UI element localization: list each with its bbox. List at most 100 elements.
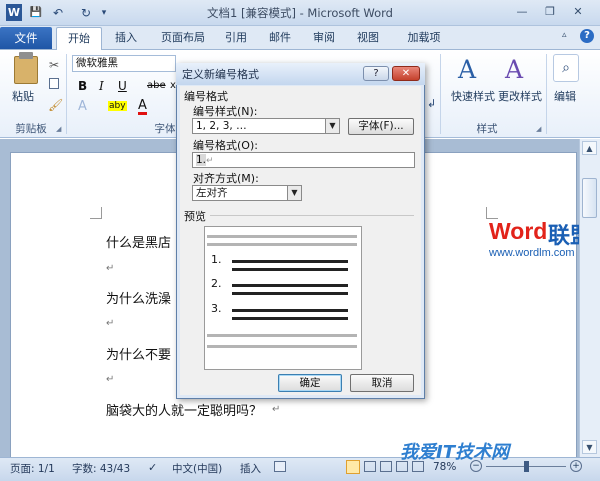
status-language[interactable]: 中文(中国): [172, 461, 222, 476]
highlight-button[interactable]: aby: [108, 101, 127, 111]
document-line[interactable]: 为什么不要: [106, 344, 171, 363]
text-cursor-mark: ↵: [206, 156, 214, 166]
tab-addins[interactable]: 加载项: [398, 26, 450, 50]
watermark-url: www.wordlm.com: [489, 247, 575, 259]
chevron-down-icon[interactable]: ▼: [325, 119, 339, 133]
document-line[interactable]: 为什么洗澡: [106, 288, 171, 307]
group-separator: [440, 54, 441, 134]
macro-record-icon[interactable]: [274, 461, 286, 472]
watermark-site: 我爱IT技术网: [400, 442, 509, 463]
preview-line: [232, 317, 348, 320]
alignment-select[interactable]: 左对齐 ▼: [192, 185, 302, 201]
alignment-value: 左对齐: [196, 187, 228, 199]
paragraph-mark: ↵: [106, 318, 115, 329]
paragraph-mark: ↵: [106, 374, 115, 385]
margin-corner-mark: [90, 207, 102, 219]
paste-label[interactable]: 粘贴: [12, 88, 34, 104]
help-icon[interactable]: ?: [580, 29, 594, 43]
print-layout-view-icon[interactable]: [346, 460, 360, 474]
copy-icon[interactable]: [49, 78, 59, 89]
tab-page-layout[interactable]: 页面布局: [152, 26, 214, 50]
preview-line: [232, 292, 348, 295]
italic-button[interactable]: I: [99, 79, 104, 93]
strikethrough-button[interactable]: abe: [147, 80, 166, 91]
restore-button[interactable]: ❐: [538, 3, 562, 21]
web-layout-view-icon[interactable]: [380, 461, 392, 472]
preview-gray-line: [207, 235, 357, 238]
minimize-button[interactable]: —: [510, 3, 534, 21]
number-format-section-label: 编号格式: [184, 90, 228, 103]
clipboard-launcher-icon[interactable]: ◢: [56, 125, 61, 133]
dialog-help-button[interactable]: ?: [363, 66, 389, 81]
underline-button[interactable]: U: [118, 79, 127, 93]
status-insert-mode[interactable]: 插入: [240, 461, 261, 476]
text-effects-button[interactable]: A: [78, 99, 87, 114]
font-name-field[interactable]: 微软雅黑: [72, 55, 176, 72]
bold-button[interactable]: B: [78, 79, 87, 93]
font-color-button[interactable]: A: [138, 99, 147, 115]
close-button[interactable]: ✕: [566, 3, 590, 21]
status-word-count[interactable]: 字数: 43/43: [72, 461, 130, 476]
full-screen-view-icon[interactable]: [364, 461, 376, 472]
number-style-label: 编号样式(N):: [193, 105, 258, 118]
preview-number: 3.: [211, 302, 222, 315]
clipboard-group-label: 剪贴板: [15, 123, 47, 135]
group-separator: [546, 54, 547, 134]
number-format-input[interactable]: 1.↵: [192, 152, 415, 168]
preview-number: 2.: [211, 277, 222, 290]
tab-file[interactable]: 文件: [0, 27, 52, 49]
tab-insert[interactable]: 插入: [106, 26, 146, 50]
ribbon-minimize-icon[interactable]: ▵: [562, 30, 574, 44]
preview-divider: [210, 215, 414, 216]
font-button[interactable]: 字体(F)...: [348, 118, 414, 135]
status-page[interactable]: 页面: 1/1: [10, 461, 55, 476]
preview-label: 预览: [184, 210, 206, 223]
format-painter-icon[interactable]: 🖌: [48, 98, 63, 112]
tab-mailings[interactable]: 邮件: [262, 26, 298, 50]
proofing-icon[interactable]: ✓: [148, 461, 157, 474]
cancel-button[interactable]: 取消: [350, 374, 414, 392]
editing-label[interactable]: 编辑: [554, 88, 576, 104]
clipboard-clip-icon: [19, 52, 33, 59]
document-line[interactable]: 什么是黑店: [106, 232, 171, 251]
dialog-close-button[interactable]: ✕: [392, 66, 420, 81]
preview-line: [232, 268, 348, 271]
scroll-down-icon[interactable]: ▼: [582, 440, 597, 454]
tab-view[interactable]: 视图: [350, 26, 386, 50]
zoom-in-icon[interactable]: +: [570, 460, 582, 472]
preview-number: 1.: [211, 253, 222, 266]
styles-group-label: 样式: [476, 123, 498, 135]
number-format-label: 编号格式(O):: [193, 139, 258, 152]
ok-button[interactable]: 确定: [278, 374, 342, 392]
preview-line: [232, 284, 348, 287]
tab-home[interactable]: 开始: [56, 27, 102, 51]
change-styles-label[interactable]: 更改样式: [498, 88, 542, 104]
watermark-word: Word: [489, 218, 548, 244]
paste-icon[interactable]: [14, 56, 38, 84]
number-style-select[interactable]: 1, 2, 3, … ▼: [192, 118, 340, 134]
scroll-thumb[interactable]: [582, 178, 597, 218]
scroll-up-icon[interactable]: ▲: [582, 141, 597, 155]
preview-box: [204, 226, 362, 370]
preview-gray-line: [207, 243, 357, 246]
document-line[interactable]: 脑袋大的人就一定聪明吗？: [106, 400, 262, 419]
paragraph-mark-icon[interactable]: ↲: [427, 97, 436, 110]
quick-styles-label[interactable]: 快速样式: [451, 88, 495, 104]
preview-line: [232, 260, 348, 263]
change-styles-icon[interactable]: A: [505, 55, 523, 84]
number-format-value: 1.: [196, 154, 207, 166]
cut-icon[interactable]: ✂: [49, 58, 59, 72]
alignment-label: 对齐方式(M):: [193, 172, 259, 185]
chevron-down-icon[interactable]: ▼: [287, 186, 301, 200]
tab-references[interactable]: 引用: [218, 26, 254, 50]
dialog-title: 定义新编号格式: [182, 68, 259, 81]
preview-line: [232, 309, 348, 312]
paragraph-mark: ↵: [106, 263, 115, 274]
tab-review[interactable]: 审阅: [306, 26, 342, 50]
preview-gray-line: [207, 345, 357, 348]
zoom-slider-thumb[interactable]: [524, 461, 529, 472]
preview-gray-line: [207, 334, 357, 337]
find-icon[interactable]: ⌕: [553, 54, 579, 82]
quick-styles-icon[interactable]: A: [458, 55, 476, 84]
styles-launcher-icon[interactable]: ◢: [536, 125, 541, 133]
